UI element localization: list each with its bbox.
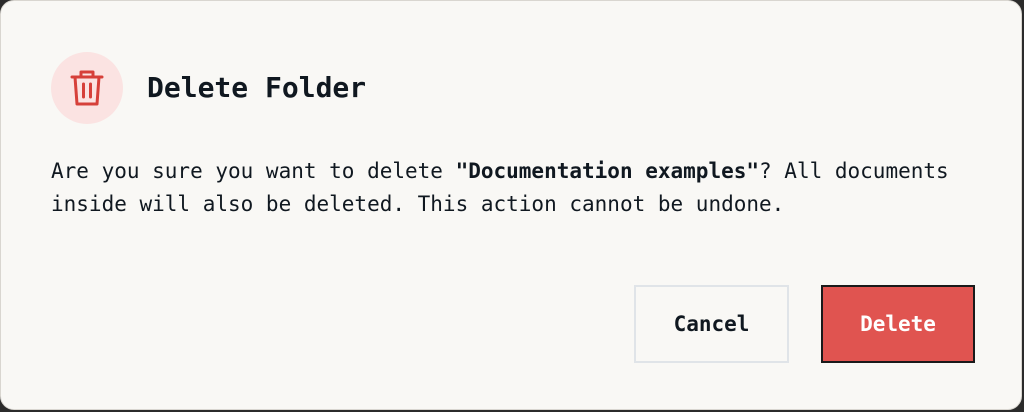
dialog-message: Are you sure you want to delete "Documen…	[51, 155, 971, 221]
dialog-title: Delete Folder	[147, 71, 367, 104]
delete-button[interactable]: Delete	[821, 285, 975, 363]
trash-icon-badge	[51, 52, 123, 124]
trash-icon	[70, 70, 104, 106]
folder-name: "Documentation examples"	[455, 159, 760, 183]
delete-folder-dialog: Delete Folder Are you sure you want to d…	[0, 0, 1022, 410]
message-prefix: Are you sure you want to delete	[51, 159, 456, 183]
cancel-button[interactable]: Cancel	[634, 285, 789, 363]
